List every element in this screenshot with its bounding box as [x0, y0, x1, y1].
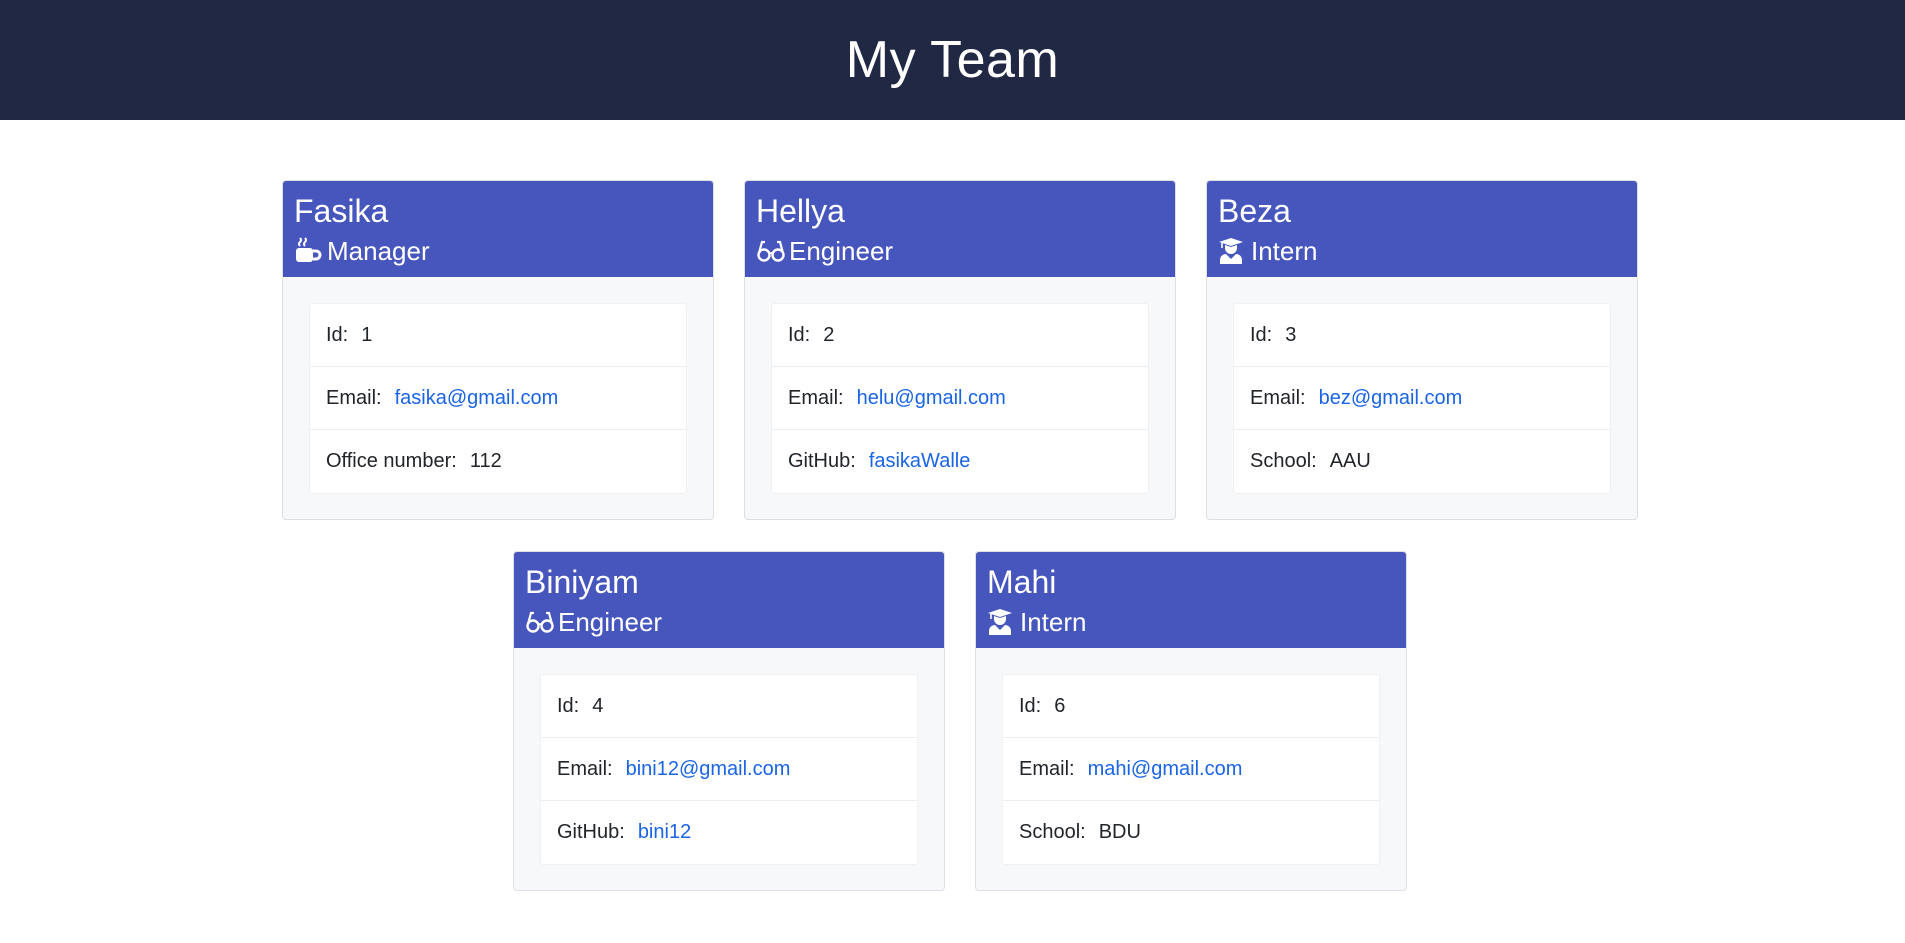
- email-link[interactable]: bini12@gmail.com: [626, 758, 791, 781]
- office-number-value: 112: [469, 450, 502, 472]
- list-item-office: Office number: 112: [310, 430, 686, 493]
- employee-role: Engineer: [525, 604, 933, 640]
- employee-name: Biniyam: [525, 564, 639, 600]
- id-label: Id:: [557, 694, 580, 717]
- email-label: Email:: [557, 757, 613, 780]
- employee-name: Fasika: [294, 193, 389, 229]
- list-item-id: Id: 6: [1003, 675, 1379, 738]
- list-item-id: Id: 1: [310, 304, 686, 367]
- id-value: 2: [823, 323, 835, 346]
- school-label: School:: [1250, 450, 1317, 472]
- id-label: Id:: [326, 323, 349, 346]
- card-header: Beza Intern: [1207, 181, 1637, 277]
- employee-card: Fasika Manager Id: 1 Email: fasika@gmail…: [282, 180, 714, 520]
- list-item-id: Id: 4: [541, 675, 917, 738]
- id-label: Id:: [1019, 694, 1042, 717]
- page-header: My Team: [0, 0, 1905, 120]
- card-header: Biniyam Engineer: [514, 552, 944, 648]
- list-item-github: GitHub: bini12: [541, 801, 917, 864]
- employee-role: Manager: [294, 233, 702, 269]
- school-value: AAU: [1329, 450, 1371, 472]
- graduate-icon: [987, 608, 1017, 636]
- list-item-school: School: BDU: [1003, 801, 1379, 864]
- glasses-icon: [756, 237, 786, 265]
- github-link[interactable]: fasikaWalle: [869, 450, 971, 473]
- info-list: Id: 6 Email: mahi@gmail.com School: BDU: [1002, 674, 1380, 865]
- email-label: Email:: [1019, 757, 1075, 780]
- list-item-email: Email: mahi@gmail.com: [1003, 738, 1379, 801]
- email-link[interactable]: mahi@gmail.com: [1088, 758, 1243, 781]
- employee-card: Beza Intern Id: 3 Email: bez@gmail.com S…: [1206, 180, 1638, 520]
- office-number-label: Office number:: [326, 450, 457, 472]
- school-label: School:: [1019, 821, 1086, 843]
- team-cards: Fasika Manager Id: 1 Email: fasika@gmail…: [0, 120, 1905, 943]
- role-label: Engineer: [558, 607, 663, 637]
- id-label: Id:: [788, 323, 811, 346]
- github-link[interactable]: bini12: [638, 821, 691, 844]
- graduate-icon: [1218, 237, 1248, 265]
- school-value: BDU: [1098, 821, 1141, 843]
- id-label: Id:: [1250, 323, 1273, 346]
- id-value: 3: [1285, 323, 1297, 346]
- list-item-id: Id: 3: [1234, 304, 1610, 367]
- info-list: Id: 2 Email: helu@gmail.com GitHub: fasi…: [771, 303, 1149, 494]
- employee-card: Hellya Engineer Id: 2 Email: helu@gmail.…: [744, 180, 1176, 520]
- id-value: 1: [361, 323, 373, 346]
- role-label: Engineer: [789, 236, 894, 266]
- card-header: Hellya Engineer: [745, 181, 1175, 277]
- employee-role: Intern: [1218, 233, 1626, 269]
- glasses-icon: [525, 608, 555, 636]
- email-link[interactable]: fasika@gmail.com: [395, 387, 559, 410]
- list-item-email: Email: bini12@gmail.com: [541, 738, 917, 801]
- page-title: My Team: [845, 31, 1060, 89]
- employee-name: Beza: [1218, 193, 1291, 229]
- email-label: Email:: [326, 386, 382, 409]
- github-label: GitHub:: [557, 821, 625, 843]
- role-label: Intern: [1020, 607, 1087, 637]
- github-label: GitHub:: [788, 450, 856, 472]
- role-label: Intern: [1251, 236, 1318, 266]
- list-item-email: Email: bez@gmail.com: [1234, 367, 1610, 430]
- card-header: Fasika Manager: [283, 181, 713, 277]
- list-item-email: Email: helu@gmail.com: [772, 367, 1148, 430]
- employee-name: Mahi: [987, 564, 1057, 600]
- employee-card: Biniyam Engineer Id: 4 Email: bini12@gma…: [513, 551, 945, 891]
- id-value: 4: [592, 694, 604, 717]
- employee-role: Engineer: [756, 233, 1164, 269]
- info-list: Id: 4 Email: bini12@gmail.com GitHub: bi…: [540, 674, 918, 865]
- employee-name: Hellya: [756, 193, 845, 229]
- id-value: 6: [1054, 694, 1066, 717]
- employee-role: Intern: [987, 604, 1395, 640]
- email-label: Email:: [1250, 386, 1306, 409]
- email-label: Email:: [788, 386, 844, 409]
- card-header: Mahi Intern: [976, 552, 1406, 648]
- info-list: Id: 3 Email: bez@gmail.com School: AAU: [1233, 303, 1611, 494]
- list-item-school: School: AAU: [1234, 430, 1610, 493]
- list-item-id: Id: 2: [772, 304, 1148, 367]
- mug-icon: [294, 237, 324, 265]
- info-list: Id: 1 Email: fasika@gmail.com Office num…: [309, 303, 687, 494]
- email-link[interactable]: bez@gmail.com: [1319, 387, 1463, 410]
- list-item-email: Email: fasika@gmail.com: [310, 367, 686, 430]
- list-item-github: GitHub: fasikaWalle: [772, 430, 1148, 493]
- employee-card: Mahi Intern Id: 6 Email: mahi@gmail.com …: [975, 551, 1407, 891]
- email-link[interactable]: helu@gmail.com: [857, 387, 1006, 410]
- role-label: Manager: [327, 236, 430, 266]
